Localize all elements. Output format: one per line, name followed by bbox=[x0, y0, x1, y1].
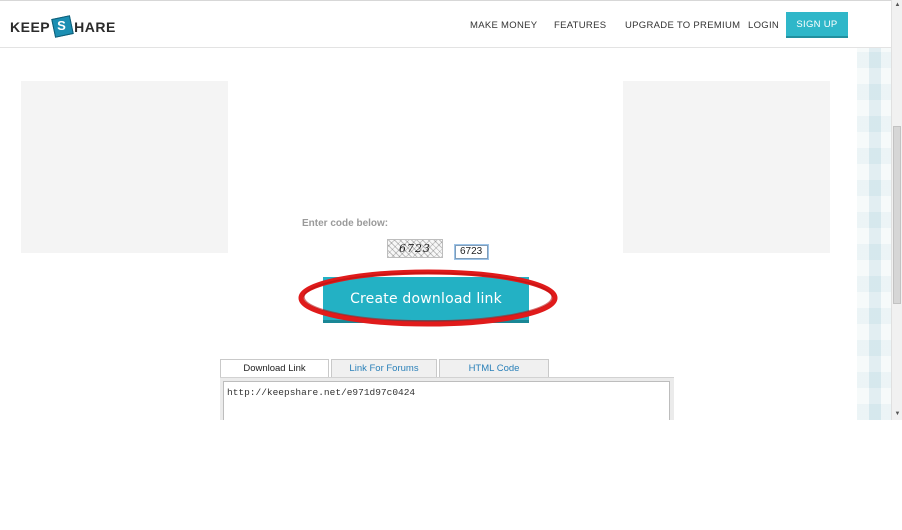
logo-text-right: HARE bbox=[74, 19, 116, 35]
vertical-scrollbar[interactable]: ▲ ▼ bbox=[891, 0, 902, 420]
tab-download-link[interactable]: Download Link bbox=[220, 359, 329, 377]
scroll-down-arrow-icon[interactable]: ▼ bbox=[893, 409, 902, 419]
nav-features[interactable]: FEATURES bbox=[554, 20, 606, 31]
scroll-up-arrow-icon[interactable]: ▲ bbox=[893, 0, 902, 10]
ad-placeholder-right bbox=[623, 81, 830, 253]
download-link-field[interactable]: http://keepshare.net/e971d97c0424 bbox=[223, 381, 670, 420]
site-header: KEEP S HARE MAKE MONEY FEATURES UPGRADE … bbox=[0, 0, 891, 48]
captcha-image-text: 6723 bbox=[399, 242, 431, 255]
create-download-link-button[interactable]: Create download link bbox=[323, 277, 529, 323]
scroll-thumb[interactable] bbox=[893, 126, 901, 304]
nav-make-money[interactable]: MAKE MONEY bbox=[470, 20, 537, 31]
tab-html-code[interactable]: HTML Code bbox=[439, 359, 549, 377]
background-pattern bbox=[857, 48, 891, 420]
captcha-prompt: Enter code below: bbox=[302, 218, 389, 229]
blank-area bbox=[0, 420, 902, 530]
ad-placeholder-left bbox=[21, 81, 228, 253]
nav-upgrade-to-premium[interactable]: UPGRADE TO PREMIUM bbox=[625, 20, 740, 31]
link-tabs: Download Link Link For Forums HTML Code bbox=[220, 359, 551, 378]
keepshare-logo[interactable]: KEEP S HARE bbox=[10, 15, 116, 38]
tab-link-for-forums[interactable]: Link For Forums bbox=[331, 359, 437, 377]
browser-viewport: KEEP S HARE MAKE MONEY FEATURES UPGRADE … bbox=[0, 0, 902, 420]
logo-text-left: KEEP bbox=[10, 19, 51, 35]
logo-mark-letter: S bbox=[57, 18, 66, 33]
captcha-image: 6723 bbox=[387, 239, 443, 258]
sign-up-button[interactable]: SIGN UP bbox=[786, 12, 848, 38]
logo-mark-icon: S bbox=[51, 15, 74, 38]
captcha-code-input[interactable]: 6723 bbox=[454, 244, 489, 260]
nav-login[interactable]: LOGIN bbox=[748, 20, 779, 31]
